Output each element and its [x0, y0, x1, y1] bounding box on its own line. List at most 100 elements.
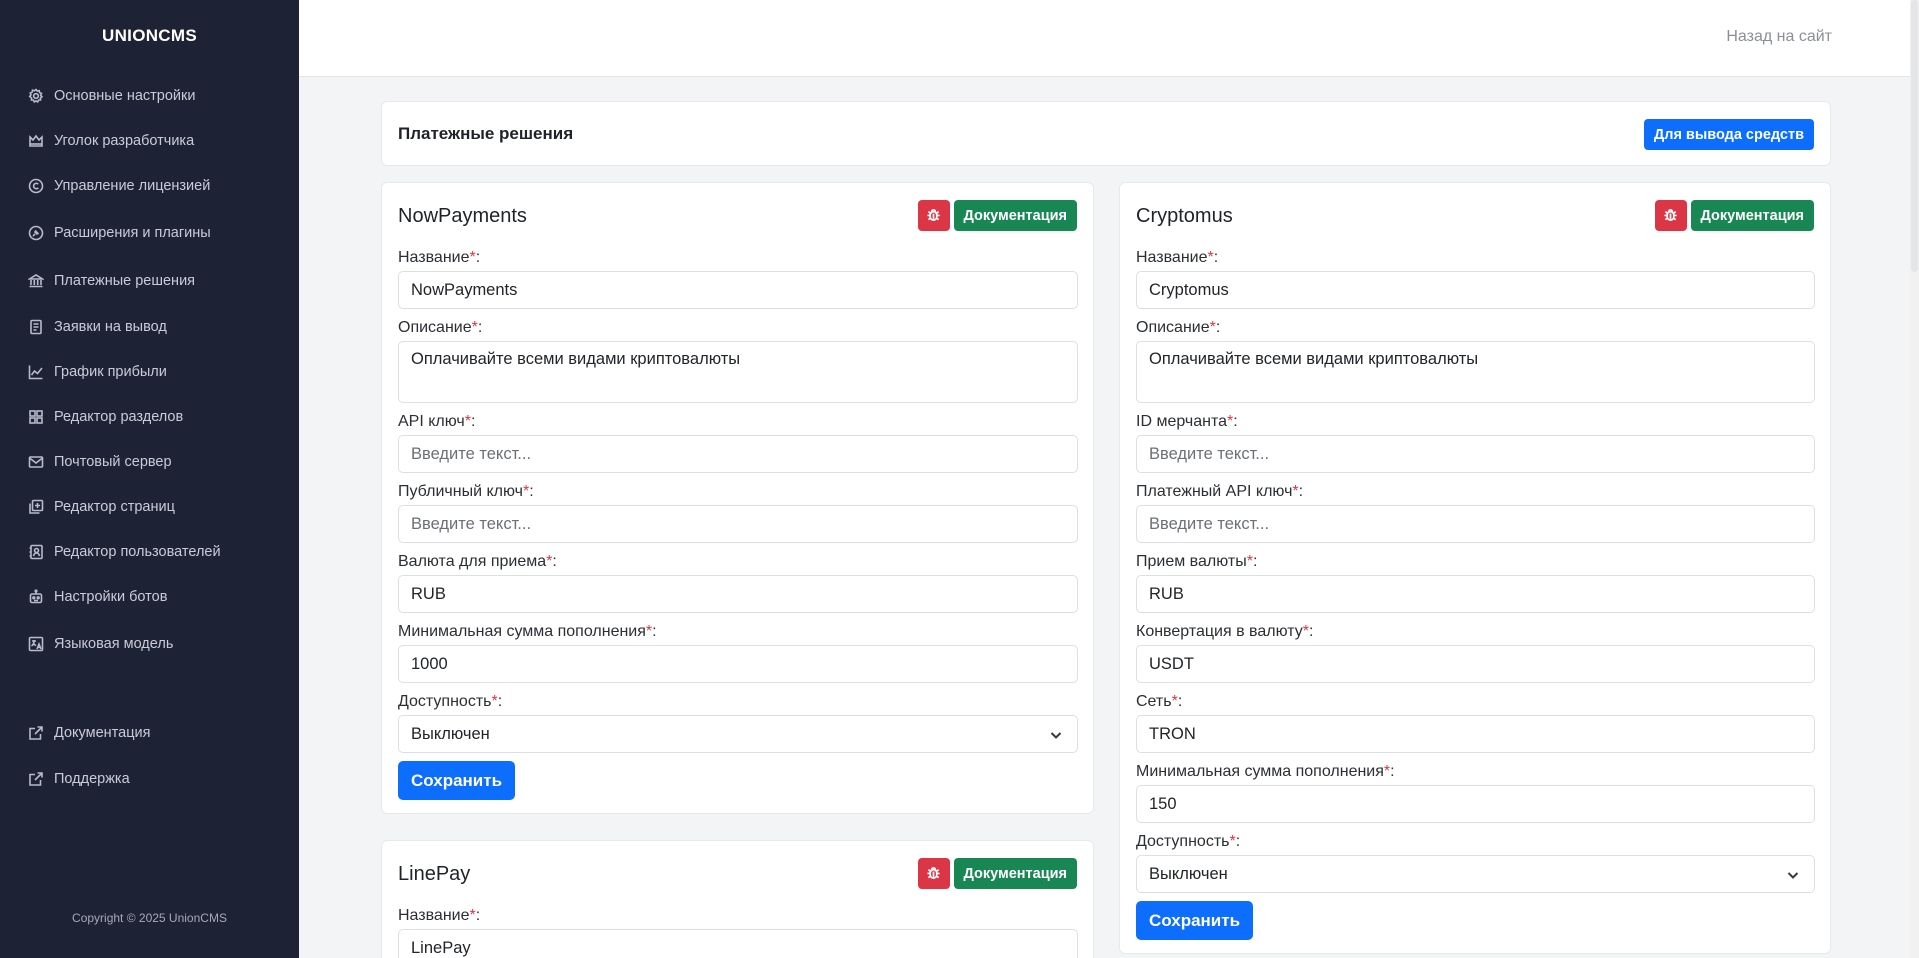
currency-input[interactable] [398, 575, 1078, 613]
description-label: Описание*: [1136, 319, 1221, 336]
mail-icon [28, 454, 44, 470]
bug-icon [926, 207, 941, 225]
api-key-label: API ключ*: [398, 413, 476, 430]
currency-input[interactable] [1136, 575, 1815, 613]
debug-button[interactable] [917, 200, 950, 231]
debug-button[interactable] [1654, 200, 1687, 231]
external-link-icon [28, 771, 44, 787]
sidebar-item-support[interactable]: Поддержка [28, 767, 130, 791]
withdraw-button[interactable]: Для вывода средств [1643, 119, 1814, 150]
network-input[interactable] [1136, 715, 1815, 753]
name-input[interactable] [1136, 271, 1815, 309]
documentation-button[interactable]: Документация [953, 858, 1077, 889]
save-button[interactable]: Сохранить [398, 761, 516, 800]
chevron-down-icon [1786, 868, 1800, 882]
card-actions: Документация [917, 858, 1077, 889]
public-key-label: Публичный ключ*: [398, 483, 534, 500]
pages-icon [28, 499, 44, 515]
sidebar-item-withdrawals[interactable]: Заявки на вывод [28, 315, 167, 339]
sidebar-item-pages-editor[interactable]: Редактор страниц [28, 495, 175, 519]
scrollbar-thumb[interactable] [1911, 0, 1918, 272]
conversion-label: Конвертация в валюту*: [1136, 623, 1314, 640]
public-key-input[interactable] [398, 505, 1078, 543]
sidebar-item-label: Основные настройки [54, 88, 196, 104]
description-textarea[interactable]: Оплачивайте всеми видами криптовалюты [1136, 341, 1815, 403]
card-title: LinePay [398, 863, 471, 885]
sidebar-item-main-settings[interactable]: Основные настройки [28, 84, 195, 108]
sidebar-item-bots[interactable]: Настройки ботов [28, 585, 167, 609]
bug-icon [926, 865, 941, 883]
brand-logo[interactable]: UNIONCMS [0, 26, 299, 46]
sidebar-item-language-model[interactable]: Языковая модель [28, 632, 173, 656]
api-key-input[interactable] [398, 435, 1078, 473]
sidebar-item-label: Редактор пользователей [54, 544, 221, 560]
merchant-id-input[interactable] [1136, 435, 1815, 473]
sidebar-item-mail-server[interactable]: Почтовый сервер [28, 450, 172, 474]
cryptomus-card: Cryptomus Документация Название*: Описан… [1119, 182, 1831, 954]
documentation-button[interactable]: Документация [953, 200, 1077, 231]
sidebar-item-license[interactable]: Управление лицензией [28, 174, 210, 198]
sidebar-item-label: Платежные решения [54, 273, 196, 289]
topbar: Назад на сайт [299, 0, 1910, 77]
translate-icon [28, 636, 44, 652]
sidebar-item-extensions[interactable]: Расширения и плагины [28, 221, 211, 245]
bug-icon [1663, 207, 1678, 225]
sidebar-item-developer[interactable]: Уголок разработчика [28, 129, 194, 153]
chevron-down-icon [1049, 728, 1063, 742]
sidebar-item-profit-chart[interactable]: График прибыли [28, 360, 167, 384]
currency-label: Прием валюты*: [1136, 553, 1258, 570]
sidebar-item-label: График прибыли [54, 364, 167, 380]
name-input[interactable] [398, 929, 1078, 958]
documentation-button[interactable]: Документация [1690, 200, 1814, 231]
receipt-icon [28, 319, 44, 335]
debug-button[interactable] [917, 858, 950, 889]
name-label: Название*: [398, 907, 481, 924]
min-amount-input[interactable] [398, 645, 1078, 683]
sidebar-item-label: Редактор разделов [54, 409, 184, 425]
external-link-icon [28, 725, 44, 741]
gear-icon [28, 88, 44, 104]
card-actions: Документация [1654, 200, 1814, 231]
availability-select[interactable]: Выключен [1136, 855, 1815, 893]
payments-header-card: Платежные решения Для вывода средств [381, 101, 1831, 166]
card-actions: Документация [917, 200, 1077, 231]
bank-icon [28, 273, 44, 289]
sidebar-item-sections-editor[interactable]: Редактор разделов [28, 405, 183, 429]
payment-api-key-label: Платежный API ключ*: [1136, 483, 1304, 500]
sidebar-item-label: Настройки ботов [54, 589, 168, 605]
merchant-id-label: ID мерчанта*: [1136, 413, 1238, 430]
sidebar: UNIONCMS Основные настройки Уголок разра… [0, 0, 299, 958]
availability-label: Доступность*: [398, 693, 503, 710]
currency-label: Валюта для приема*: [398, 553, 557, 570]
save-button[interactable]: Сохранить [1136, 901, 1254, 940]
name-input[interactable] [398, 271, 1078, 309]
card-title: NowPayments [398, 205, 527, 227]
sidebar-item-label: Поддержка [54, 771, 130, 787]
min-amount-input[interactable] [1136, 785, 1815, 823]
sidebar-item-documentation[interactable]: Документация [28, 721, 150, 745]
back-to-site-link[interactable]: Назад на сайт [1726, 28, 1832, 46]
sidebar-item-label: Почтовый сервер [54, 454, 172, 470]
grid-icon [28, 409, 44, 425]
users-book-icon [28, 544, 44, 560]
sidebar-item-label: Расширения и плагины [54, 225, 211, 241]
page-scrollbar[interactable] [1910, 0, 1919, 958]
min-amount-label: Минимальная сумма пополнения*: [398, 623, 657, 640]
payment-api-key-input[interactable] [1136, 505, 1815, 543]
availability-value: Выключен [411, 724, 490, 743]
conversion-input[interactable] [1136, 645, 1815, 683]
sidebar-item-label: Заявки на вывод [54, 319, 167, 335]
min-amount-label: Минимальная сумма пополнения*: [1136, 763, 1395, 780]
description-textarea[interactable]: Оплачивайте всеми видами криптовалюты [398, 341, 1078, 403]
linepay-card: LinePay Документация Название*: [381, 840, 1094, 958]
sidebar-item-payments[interactable]: Платежные решения [28, 269, 195, 293]
robot-icon [28, 589, 44, 605]
sidebar-item-label: Языковая модель [54, 636, 174, 652]
copyright-text: Copyright © 2025 UnionCMS [72, 911, 227, 925]
crown-icon [28, 133, 44, 149]
sidebar-item-users-editor[interactable]: Редактор пользователей [28, 540, 221, 564]
name-label: Название*: [1136, 249, 1219, 266]
availability-select[interactable]: Выключен [398, 715, 1078, 753]
plugin-icon [28, 225, 44, 241]
card-title: Cryptomus [1136, 205, 1233, 227]
